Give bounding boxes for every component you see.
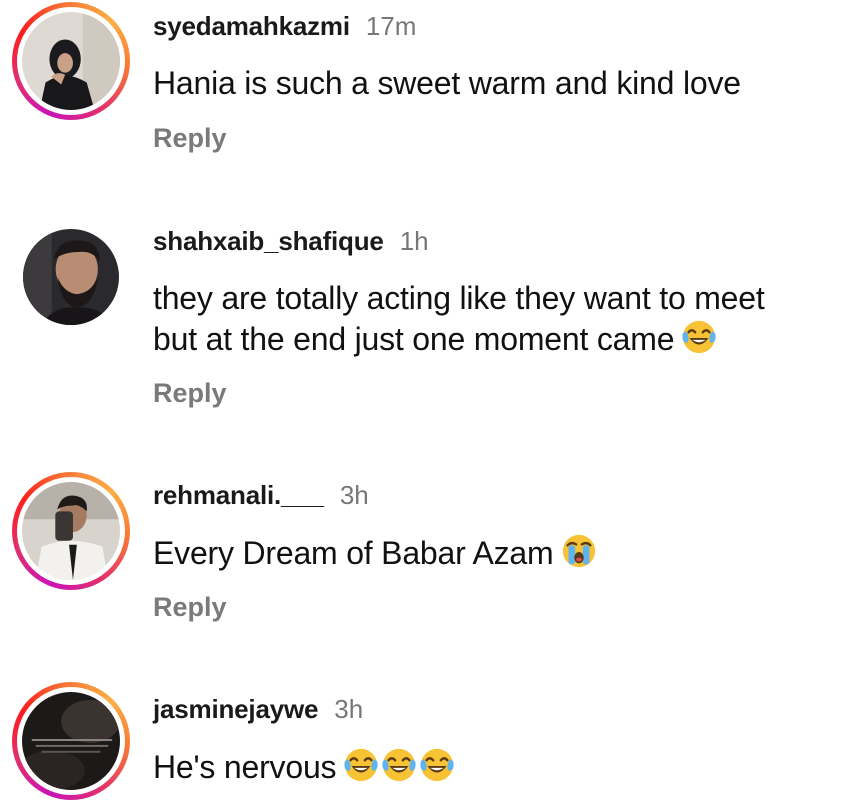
comment-text-line-body: but at the end just one moment came [153,321,675,357]
avatar [22,692,120,790]
tears-of-joy-emoji-icon [418,746,456,784]
comment-text: Every Dream of Babar Azam [153,532,598,573]
timestamp: 3h [334,694,364,724]
tears-of-joy-emoji-icon [380,746,418,784]
avatar-story-ring[interactable] [12,2,130,120]
comment-text-line: but at the end just one moment came [153,318,765,359]
reply-button[interactable]: Reply [153,377,227,409]
comment-meta: syedamahkazmi 17m [153,10,416,42]
avatar-frame [17,687,125,795]
avatar [22,12,120,110]
comment-text: He's nervous [153,746,456,787]
avatar-frame [23,229,119,325]
comment-text-line: they are totally acting like they want t… [153,280,765,316]
username-link[interactable]: shahxaib_shafique [153,226,384,256]
comment-text-body: Every Dream of Babar Azam [153,535,554,571]
timestamp: 3h [339,480,369,510]
avatar-image [22,12,120,110]
comment-text: they are totally acting like they want t… [153,278,765,359]
username-link[interactable]: syedamahkazmi [153,11,350,41]
comment-meta: jasminejaywe 3h [153,693,363,725]
tears-of-joy-emoji-icon [342,746,380,784]
avatar-story-ring[interactable] [12,472,130,590]
avatar-image [23,229,119,325]
avatar-container[interactable] [12,218,130,336]
comment-text: Hania is such a sweet warm and kind love [153,63,741,103]
comment-meta: rehmanali.___ 3h [153,479,369,511]
avatar-image [22,482,120,580]
tears-of-joy-emoji-icon [680,318,718,356]
avatar-frame [17,7,125,115]
avatar-frame [17,477,125,585]
comment-text-body: He's nervous [153,749,337,785]
comment-text-body: Hania is such a sweet warm and kind love [153,65,741,101]
avatar-story-ring[interactable] [12,682,130,800]
comment-meta: shahxaib_shafique 1h [153,225,429,257]
avatar [23,229,119,325]
timestamp: 1h [399,226,429,256]
avatar-image [22,692,120,790]
username-link[interactable]: jasminejaywe [153,694,318,724]
avatar [22,482,120,580]
username-link[interactable]: rehmanali.___ [153,480,324,510]
timestamp: 17m [365,11,417,41]
loudly-crying-emoji-icon [560,532,598,570]
reply-button[interactable]: Reply [153,122,227,154]
reply-button[interactable]: Reply [153,591,227,623]
